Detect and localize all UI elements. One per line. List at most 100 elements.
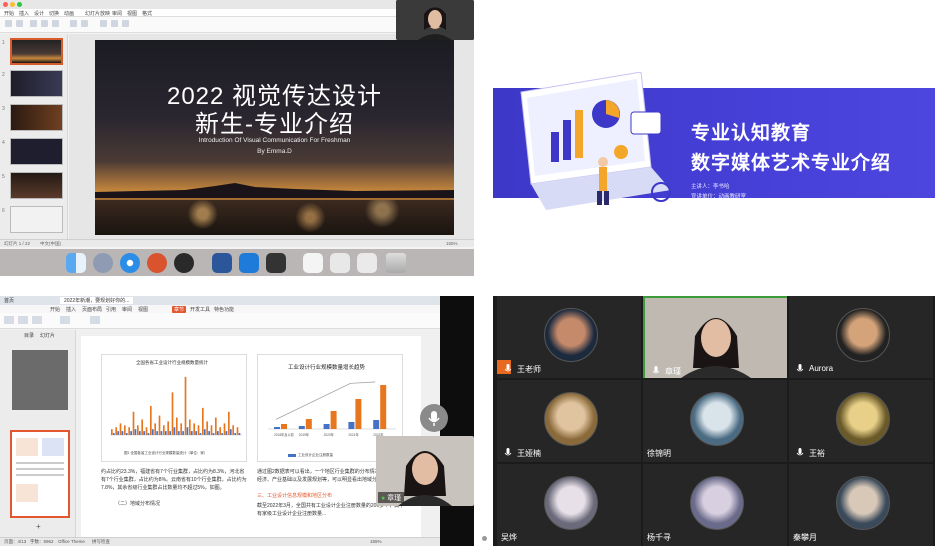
trash-icon[interactable] <box>386 253 406 273</box>
paste-icon[interactable] <box>5 20 12 27</box>
powerpoint-icon[interactable] <box>147 253 167 273</box>
participant-name: 章瑾 <box>665 367 681 376</box>
slide-thumbnail[interactable] <box>10 38 63 65</box>
tab-transition[interactable]: 切换 <box>49 10 59 17</box>
participant-tile[interactable]: 徐锦明 <box>643 380 787 462</box>
chart-1-bar <box>147 433 150 435</box>
add-page-icon[interactable]: + <box>36 522 41 531</box>
menu-developer[interactable]: 开发工具 <box>190 306 210 313</box>
new-slide-icon[interactable] <box>16 20 23 27</box>
minimize-window-icon[interactable] <box>10 2 15 7</box>
mute-button[interactable] <box>420 404 448 432</box>
menu-section[interactable]: 章节 <box>172 306 187 313</box>
qq-icon[interactable] <box>174 253 194 273</box>
zoom-window-icon[interactable] <box>17 2 22 7</box>
chart-1-bar <box>219 427 221 435</box>
menu-view[interactable]: 视图 <box>138 306 148 313</box>
slide-title-line2: 新生-专业介绍 <box>195 111 354 138</box>
participant-tile[interactable]: 杨千寻 <box>643 464 787 546</box>
chart-2-plot: 2018年及以前 2019年 2020年 2021年 2022年 <box>268 381 396 437</box>
launchpad-icon[interactable] <box>93 253 113 273</box>
participant-tile[interactable]: 章瑾 <box>643 296 787 378</box>
tab-home[interactable]: 首页 <box>4 297 14 304</box>
chart-1-bar <box>221 433 223 435</box>
style-icon[interactable] <box>122 20 129 27</box>
preview-icon[interactable] <box>303 253 323 273</box>
slide-thumbnail[interactable] <box>10 104 63 131</box>
close-window-icon[interactable] <box>3 2 8 7</box>
arrange-icon[interactable] <box>111 20 118 27</box>
tab-home[interactable]: 开始 <box>4 10 14 17</box>
list-icon[interactable] <box>81 20 88 27</box>
spell-check[interactable]: 拼写检查 <box>92 539 110 545</box>
chart-1-bar <box>197 425 200 435</box>
page-thumbnail[interactable] <box>12 350 68 410</box>
left-tab-toc[interactable]: 目录 <box>24 332 34 339</box>
document-zoom[interactable]: 155% <box>370 539 382 544</box>
participant-tile[interactable]: 王老师 <box>497 296 641 378</box>
tab-design[interactable]: 设计 <box>34 10 44 17</box>
tab-animation[interactable]: 动画 <box>64 10 74 17</box>
bold-icon[interactable] <box>41 20 48 27</box>
participant-tile[interactable]: 秦攀月 <box>789 464 933 546</box>
chart-1-bar <box>124 425 126 435</box>
participant-tile[interactable]: 王裕 <box>789 380 933 462</box>
toc-icon[interactable] <box>18 316 28 324</box>
tab-format[interactable]: 格式 <box>142 10 152 17</box>
finder-icon[interactable] <box>66 253 86 273</box>
participant-tile[interactable]: Aurora <box>789 296 933 378</box>
participant-tile[interactable]: 吴烨 <box>497 464 641 546</box>
header-footer-icon[interactable] <box>90 316 100 324</box>
slide-thumbnail[interactable] <box>10 138 63 165</box>
slide-thumbnail[interactable] <box>10 172 63 199</box>
participant-tile[interactable]: 王娅楠 <box>497 380 641 462</box>
document-icon[interactable] <box>357 253 377 273</box>
safari-icon[interactable] <box>120 253 140 273</box>
shape-icon[interactable] <box>100 20 107 27</box>
menu-review[interactable]: 审阅 <box>122 306 132 313</box>
font-icon[interactable] <box>30 20 37 27</box>
tab-view[interactable]: 视图 <box>127 10 137 17</box>
person-figure <box>396 0 474 40</box>
word-icon[interactable] <box>212 253 232 273</box>
menu-start[interactable]: 开始 <box>50 306 60 313</box>
italic-icon[interactable] <box>52 20 59 27</box>
cover-page-icon[interactable] <box>4 316 14 324</box>
zoom-level[interactable]: 155% <box>446 241 458 246</box>
chart-1-bar <box>163 425 165 435</box>
section-icon[interactable] <box>32 316 42 324</box>
menu-reference[interactable]: 引用 <box>106 306 116 313</box>
dock <box>0 249 474 276</box>
mic-icon <box>796 448 804 456</box>
align-icon[interactable] <box>70 20 77 27</box>
chart-1-bar <box>130 431 132 435</box>
chart-1-bar <box>173 427 176 435</box>
page-number-icon[interactable] <box>60 316 70 324</box>
menu-features[interactable]: 特色功能 <box>214 306 234 313</box>
slide-thumbnail[interactable] <box>10 70 63 97</box>
photo-booth-icon[interactable] <box>266 253 286 273</box>
page-thumbnail-active[interactable] <box>10 430 70 518</box>
tab-document[interactable]: 2022年新潮，要规划好你的... <box>60 297 134 304</box>
chart-1-bar <box>117 431 119 435</box>
document-icon[interactable] <box>330 253 350 273</box>
page-indicator: 页面：4/13 <box>4 539 27 544</box>
chart-2-tick-label: 2021年 <box>348 432 359 437</box>
chart-2-bar <box>305 419 312 429</box>
scroll-dot <box>482 536 487 541</box>
thumbnail-pane: 目录 幻灯片 + <box>0 330 76 537</box>
chart-1-bar <box>171 392 174 435</box>
chart-1-bar <box>210 425 213 435</box>
current-slide[interactable]: 2022 视觉传达设计 新生-专业介绍 Introduction Of Visu… <box>95 40 454 235</box>
slide-thumbnail[interactable] <box>10 206 63 233</box>
tab-review[interactable]: 审阅 <box>112 10 122 17</box>
chart-2-legend: 工业设计企业注册数量 <box>298 453 333 457</box>
tab-insert[interactable]: 插入 <box>19 10 29 17</box>
menu-insert[interactable]: 插入 <box>66 306 76 313</box>
tab-slideshow[interactable]: 幻灯片放映 <box>85 10 110 17</box>
mic-icon <box>504 448 512 456</box>
meeting-app-icon[interactable] <box>239 253 259 273</box>
chart-1-bar <box>132 411 135 435</box>
menu-layout[interactable]: 页面布局 <box>82 306 102 313</box>
left-tab-slides[interactable]: 幻灯片 <box>40 332 55 339</box>
